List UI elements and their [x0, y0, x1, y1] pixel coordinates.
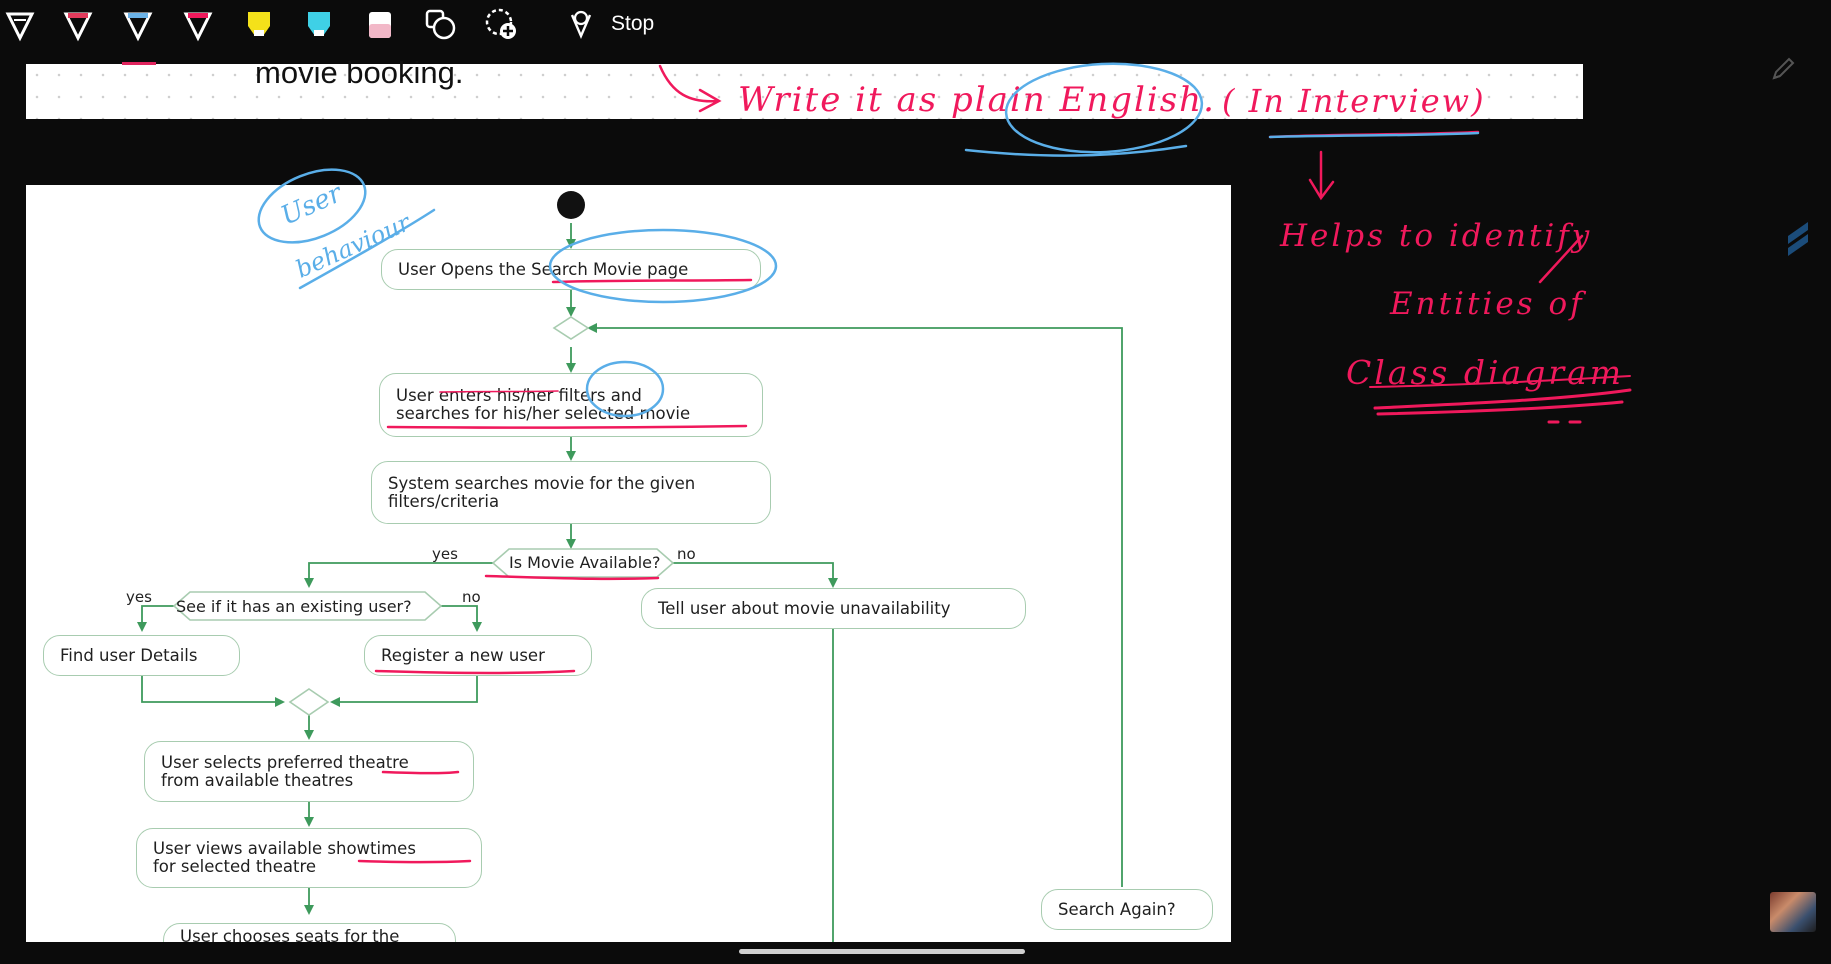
node-text: Register a new user [381, 645, 545, 665]
node-text: for selected theatre [153, 857, 317, 876]
highlighter-yellow-icon[interactable] [239, 4, 279, 44]
activity-diagram: User Opens the Search Movie page User en… [26, 185, 1231, 942]
decision-available-text: Is Movie Available? [509, 553, 661, 572]
node-select-theatre: User selects preferred theatre from avai… [144, 741, 474, 802]
node-text: User selects preferred theatre [161, 752, 409, 772]
pen-pink-icon[interactable] [178, 4, 218, 44]
pen-red-icon[interactable] [58, 4, 98, 44]
node-text: filters/criteria [388, 491, 500, 511]
start-node [557, 191, 585, 219]
home-indicator [739, 949, 1025, 954]
label-no: no [677, 545, 696, 563]
node-text: Tell user about movie unavailability [658, 598, 951, 618]
node-unavailable: Tell user about movie unavailability [641, 588, 1026, 629]
node-find-user: Find user Details [43, 635, 240, 676]
node-open-search: User Opens the Search Movie page [381, 249, 761, 290]
node-choose-seats: User chooses seats for the [163, 923, 456, 942]
label-yes: yes [126, 588, 152, 606]
merge-diamond [552, 316, 590, 340]
node-text: searches for his/her selected movie [396, 404, 691, 423]
node-text: from available theatres [161, 770, 354, 790]
pen-blue-icon[interactable] [118, 4, 158, 44]
red-mark [122, 62, 156, 65]
node-search-again: Search Again? [1041, 889, 1213, 930]
stop-label: Stop [611, 12, 655, 35]
lasso-add-icon[interactable] [481, 4, 521, 44]
node-text: Search Again? [1058, 899, 1176, 919]
stop-pen-icon [570, 10, 592, 40]
node-view-showtimes: User views available showtimes for selec… [136, 828, 482, 888]
strip-text: movie booking. [255, 55, 464, 90]
annotation-helps-line2: Entities of [1390, 286, 1585, 322]
node-text-highlight: Search Movie page [531, 259, 689, 279]
node-text: User enters his/her filters and [396, 386, 642, 405]
side-panel-tab-icon[interactable] [1782, 212, 1816, 266]
node-text: System searches movie for the given [388, 473, 696, 493]
pen-white-icon[interactable] [0, 4, 40, 44]
annotation-toolbar: Stop [0, 0, 1831, 50]
merge-diamond-lower [288, 688, 330, 716]
annotation-in-interview: ( In Interview) [1222, 82, 1486, 120]
stop-button[interactable]: Stop [565, 6, 654, 42]
node-register-user: Register a new user [364, 635, 592, 676]
node-text: User Opens the [398, 259, 532, 279]
shapes-icon[interactable] [420, 4, 460, 44]
node-text: User chooses seats for the [180, 927, 400, 943]
edit-pencil-icon[interactable] [1768, 54, 1798, 84]
node-text: User views available showtimes [153, 839, 416, 858]
annotation-helps-line3: Class diagram [1346, 353, 1625, 392]
annotation-helps-line1: Helps to identify [1280, 218, 1593, 254]
presenter-avatar [1770, 892, 1816, 932]
decision-existing-user-text: See if it has an existing user? [176, 597, 412, 616]
label-no: no [462, 588, 481, 606]
label-yes: yes [432, 545, 458, 563]
annotation-write-plain: Write it as plain English. [738, 80, 1216, 120]
node-system-search: System searches movie for the given filt… [371, 461, 771, 524]
highlighter-cyan-icon[interactable] [299, 4, 339, 44]
node-text: Find user Details [60, 645, 198, 665]
node-enter-filters: User enters his/her filters and searches… [379, 373, 763, 437]
eraser-icon[interactable] [360, 4, 400, 44]
